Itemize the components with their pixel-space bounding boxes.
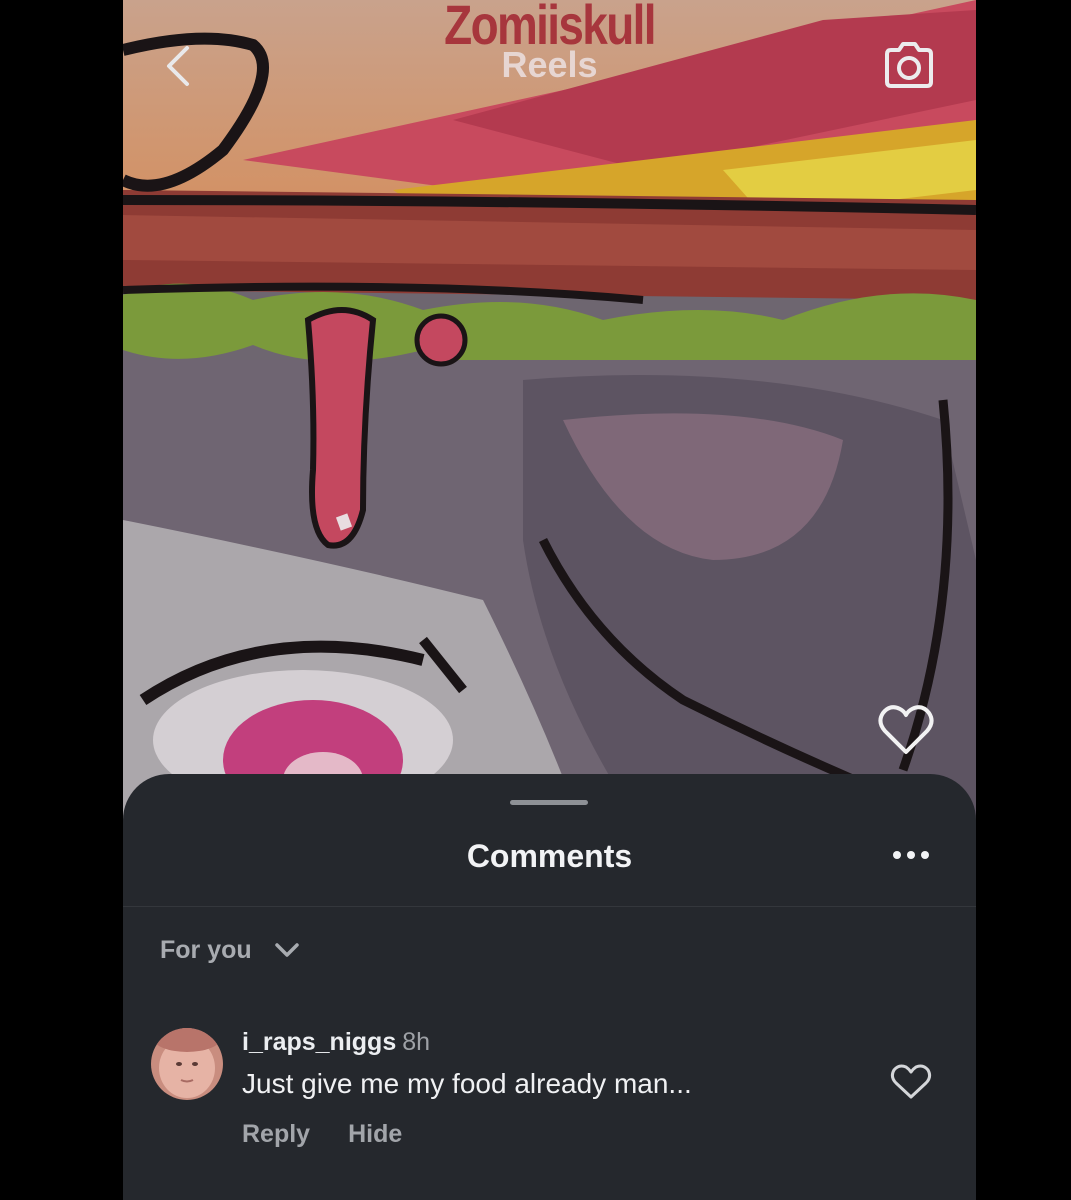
- sheet-divider: [123, 906, 976, 907]
- username-text: i_raps_niggs: [242, 1028, 397, 1056]
- avatar-image: [151, 1028, 223, 1100]
- heart-outline-icon: [890, 1064, 932, 1099]
- camera-icon: [885, 42, 933, 88]
- sheet-grabber[interactable]: [510, 800, 588, 805]
- sort-dropdown[interactable]: For you: [160, 934, 300, 966]
- back-button[interactable]: [159, 44, 199, 88]
- comment-time: 8h: [402, 1028, 431, 1056]
- comment-item: i_raps_niggs 8h Just give me my food alre…: [123, 1024, 976, 1164]
- comment-text: Just give me my food already man...: [242, 1068, 692, 1099]
- sort-label: For you: [160, 935, 252, 964]
- more-horizontal-icon: [893, 851, 929, 859]
- comment-username[interactable]: i_raps_niggs 8h: [242, 1028, 430, 1057]
- reply-button[interactable]: Reply: [242, 1120, 310, 1149]
- reel-video[interactable]: Zomiiskull Reels: [123, 0, 976, 830]
- chevron-down-icon: [274, 943, 299, 957]
- reels-title: Reels: [501, 44, 598, 85]
- comment-actions: Reply Hide: [242, 1120, 402, 1149]
- like-reel-button[interactable]: [875, 700, 937, 758]
- hide-button[interactable]: Hide: [348, 1120, 402, 1149]
- avatar[interactable]: [151, 1028, 223, 1100]
- reel-artwork: [123, 0, 976, 830]
- more-options-button[interactable]: [889, 840, 933, 870]
- phone-screen: Zomiiskull Reels Comments For you i_raps…: [123, 0, 976, 1200]
- like-comment-button[interactable]: [889, 1062, 933, 1102]
- chevron-left-icon: [167, 46, 189, 86]
- comments-title: Comments: [466, 838, 633, 874]
- comments-sheet: Comments For you i_raps_niggs 8h Just gi…: [123, 774, 976, 1200]
- heart-outline-icon: [878, 705, 934, 754]
- camera-button[interactable]: [881, 38, 937, 92]
